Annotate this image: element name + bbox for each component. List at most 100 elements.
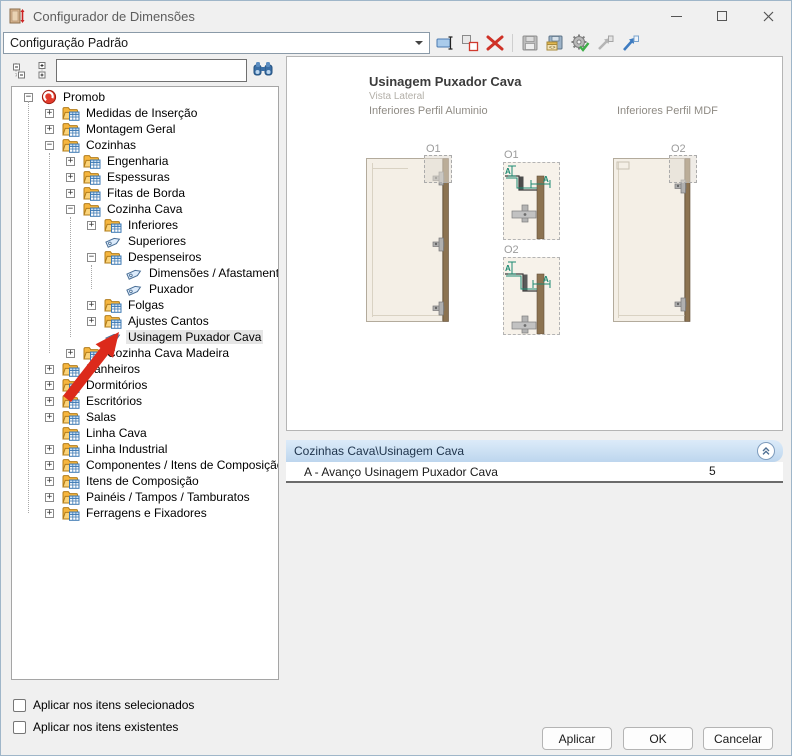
configuration-tree: −Promob+Medidas de Inserção+Montagem Ger… [11, 86, 279, 680]
tree-item-label: Linha Cava [84, 426, 149, 440]
save-disabled-icon [521, 34, 539, 52]
tree-item[interactable]: Linha Cava [12, 425, 278, 441]
tree-item[interactable]: − Cozinha Cava [12, 201, 278, 217]
detail-callout-o1-label: O1 [426, 143, 441, 155]
tree-item[interactable]: +Banheiros [12, 361, 278, 377]
apply-existing-checkbox[interactable] [13, 721, 26, 734]
tree-item[interactable]: +Componentes / Itens de Composição [12, 457, 278, 473]
dim-a-label: A [543, 275, 549, 284]
tree-item[interactable]: +Espessuras [12, 169, 278, 185]
tree-item[interactable]: + Linha Industrial [12, 441, 278, 457]
expand-toggle-icon[interactable]: + [45, 381, 54, 390]
tree-search-input[interactable] [56, 59, 247, 82]
expand-all-button[interactable] [37, 61, 52, 80]
expand-toggle-icon[interactable]: + [45, 413, 54, 422]
expand-toggle-icon[interactable]: + [45, 493, 54, 502]
folder-icon [83, 202, 101, 217]
config-toolbar: <> [434, 32, 641, 54]
tree-item[interactable]: +Painéis / Tampos / Tamburatos [12, 489, 278, 505]
apply-selected-checkbox[interactable] [13, 699, 26, 712]
copy-config-from-button[interactable] [619, 32, 641, 54]
collapse-toggle-icon[interactable]: − [66, 205, 75, 214]
expand-toggle-icon[interactable]: + [45, 125, 54, 134]
tree-item[interactable]: +Montagem Geral [12, 121, 278, 137]
tree-item[interactable]: +Engenharia [12, 153, 278, 169]
tree-item[interactable]: +Itens de Composição [12, 473, 278, 489]
apply-config-button[interactable] [569, 32, 591, 54]
tree-item[interactable]: −Despenseiros [12, 249, 278, 265]
delete-config-button[interactable] [484, 32, 506, 54]
detail-view-o1: A A [503, 162, 560, 240]
duplicate-config-button[interactable] [459, 32, 481, 54]
tree-item-label: Linha Industrial [84, 442, 169, 456]
apply-selected-label: Aplicar nos itens selecionados [33, 698, 194, 712]
expand-toggle-icon[interactable]: + [87, 221, 96, 230]
search-button[interactable] [253, 61, 273, 77]
folder-icon [83, 186, 101, 201]
folder-icon [104, 250, 122, 265]
collapse-toggle-icon[interactable]: − [87, 253, 96, 262]
folder-icon [62, 106, 80, 121]
save-config-button[interactable] [519, 32, 541, 54]
tree-item[interactable]: −Cozinhas [12, 137, 278, 153]
expand-toggle-icon[interactable]: + [66, 173, 75, 182]
tree-item[interactable]: +Ajustes Cantos [12, 313, 278, 329]
binoculars-icon [253, 61, 273, 77]
expand-toggle-icon[interactable]: + [45, 397, 54, 406]
collapse-group-button[interactable] [757, 442, 775, 460]
expand-toggle-icon[interactable]: + [66, 189, 75, 198]
tree-item-label: Cozinha Cava [105, 202, 184, 216]
tree-item[interactable]: Superiores [12, 233, 278, 249]
expand-toggle-icon[interactable]: + [45, 509, 54, 518]
folder-icon [62, 442, 80, 457]
tree-item[interactable]: −Promob [12, 89, 278, 105]
expand-toggle-icon[interactable]: + [87, 317, 96, 326]
maximize-button[interactable] [699, 1, 745, 31]
folder-icon [62, 122, 80, 137]
minimize-button[interactable] [653, 1, 699, 31]
preview-title: Usinagem Puxador Cava [369, 74, 521, 89]
tag-icon [104, 330, 122, 345]
expand-toggle-icon[interactable]: + [45, 109, 54, 118]
aplicar-button[interactable]: Aplicar [542, 727, 612, 750]
close-button[interactable] [745, 1, 791, 31]
expand-toggle-icon[interactable]: + [45, 461, 54, 470]
tree-item-label: Escritórios [84, 394, 144, 408]
tree-item[interactable]: +Salas [12, 409, 278, 425]
tree-item[interactable]: +Medidas de Inserção [12, 105, 278, 121]
tree-item[interactable]: +Folgas [12, 297, 278, 313]
folder-icon [104, 298, 122, 313]
tree-item[interactable]: + Escritórios [12, 393, 278, 409]
expand-toggle-icon[interactable]: + [87, 301, 96, 310]
preview-caption-aluminio: Inferiores Perfil Aluminio [369, 105, 488, 117]
folder-icon [62, 394, 80, 409]
property-value-field[interactable]: 5 [709, 464, 771, 481]
tree-item[interactable]: Puxador [12, 281, 278, 297]
hinge-icon [512, 316, 536, 333]
tag-icon [104, 234, 122, 249]
expand-toggle-icon[interactable]: + [45, 365, 54, 374]
copy-config-from-disabled-button[interactable] [594, 32, 616, 54]
expand-toggle-icon[interactable]: + [66, 157, 75, 166]
window-controls [653, 1, 791, 31]
collapse-all-button[interactable] [13, 61, 28, 80]
collapse-toggle-icon[interactable]: − [45, 141, 54, 150]
tree-item[interactable]: Dimensões / Afastamentos [12, 265, 278, 281]
duplicate-config-icon [460, 33, 480, 53]
tree-item[interactable]: +Cozinha Cava Madeira [12, 345, 278, 361]
save-config-as-button[interactable]: <> [544, 32, 566, 54]
tree-item[interactable]: +Fitas de Borda [12, 185, 278, 201]
tree-item[interactable]: +Ferragens e Fixadores [12, 505, 278, 521]
tree-item[interactable]: Usinagem Puxador Cava [12, 329, 278, 345]
ok-button[interactable]: OK [623, 727, 693, 750]
tree-item[interactable]: +Dormitórios [12, 377, 278, 393]
configuration-selector[interactable]: Configuração Padrão [3, 32, 430, 54]
cancelar-button[interactable]: Cancelar [703, 727, 773, 750]
expand-toggle-icon[interactable]: + [45, 445, 54, 454]
dim-a-label: A [505, 167, 511, 176]
tree-item[interactable]: +Inferiores [12, 217, 278, 233]
expand-toggle-icon[interactable]: + [45, 477, 54, 486]
expand-toggle-icon[interactable]: + [66, 349, 75, 358]
rename-config-button[interactable] [434, 32, 456, 54]
tree-item-label: Superiores [126, 234, 188, 248]
